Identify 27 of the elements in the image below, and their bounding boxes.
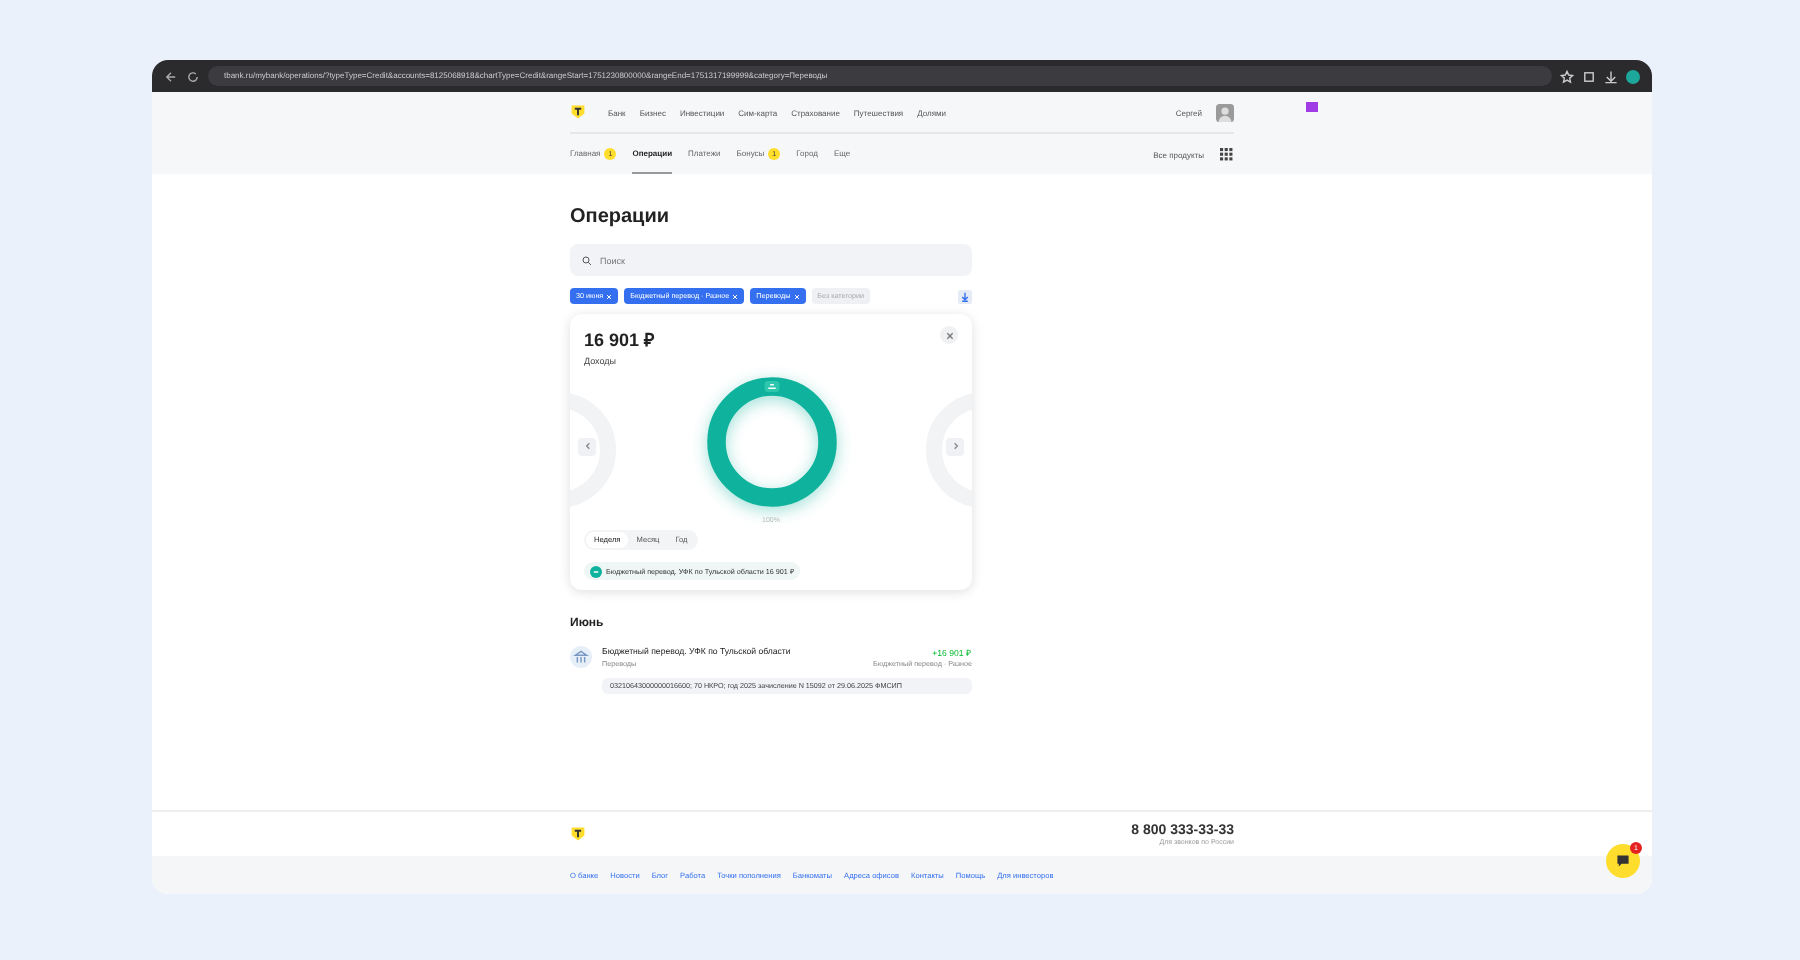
bank-icon [570,646,592,668]
profile-avatar[interactable] [1626,69,1640,83]
reload-icon[interactable] [186,69,200,83]
star-icon[interactable] [1560,69,1574,83]
grid-icon[interactable] [1220,147,1234,161]
transfer-icon [590,565,602,577]
close-icon[interactable] [793,293,800,299]
search-icon [582,255,592,265]
extensions-icon[interactable] [1582,69,1596,83]
next-button[interactable] [946,437,964,455]
chevron-left-icon [583,442,591,450]
shield-logo-icon[interactable] [570,826,586,842]
avatar-icon[interactable] [1216,103,1234,121]
shield-logo-icon[interactable] [570,104,586,120]
close-icon[interactable] [732,293,739,299]
previous-button[interactable] [578,437,596,455]
download-icon[interactable] [1604,69,1618,83]
back-icon[interactable] [164,69,178,83]
close-button[interactable] [940,326,958,344]
download-icon[interactable] [958,289,972,303]
close-icon [945,331,953,339]
total-amount: 16 901 ₽ [584,328,655,352]
chevron-right-icon [951,442,959,450]
chat-bubble-icon [1616,854,1630,868]
square-icon [1306,102,1318,112]
close-icon[interactable] [606,293,613,299]
page-title: Операции [570,206,671,228]
